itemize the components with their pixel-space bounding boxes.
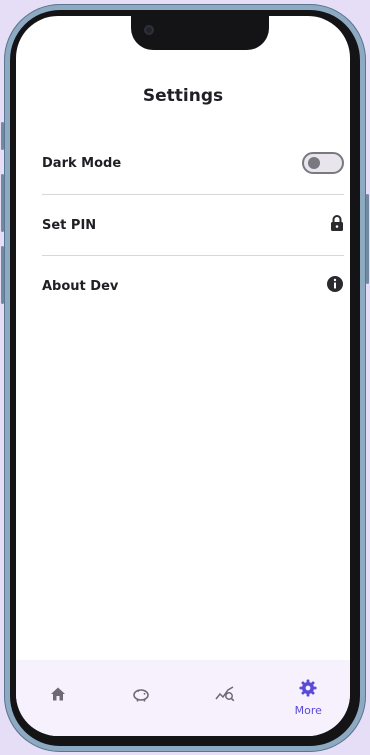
nav-item-home[interactable] (28, 678, 88, 708)
screen: Settings Dark Mode Set PIN About Dev Mor… (16, 16, 350, 736)
setting-label: Dark Mode (42, 155, 122, 171)
volume-down-button (1, 246, 4, 304)
phone-frame: Settings Dark Mode Set PIN About Dev Mor… (1, 4, 369, 752)
setting-row-set-pin[interactable]: Set PIN (42, 195, 344, 255)
power-button (366, 194, 369, 284)
lock-icon (330, 214, 344, 236)
home-icon (48, 678, 68, 708)
notch (131, 16, 269, 50)
nav-item-more[interactable]: More (278, 678, 338, 717)
nav-item-savings[interactable] (111, 678, 171, 708)
info-icon (326, 275, 344, 297)
bottom-nav: More (16, 660, 350, 736)
toggle-knob (308, 157, 320, 169)
chart-search-icon (214, 678, 236, 708)
nav-item-analytics[interactable] (195, 678, 255, 708)
setting-label: Set PIN (42, 217, 97, 233)
setting-row-dark-mode[interactable]: Dark Mode (42, 133, 344, 193)
nav-label-more: More (294, 704, 322, 717)
volume-up-button (1, 174, 4, 232)
page-title: Settings (142, 86, 224, 106)
piggy-bank-icon (131, 678, 151, 708)
mute-switch (1, 122, 4, 150)
gear-icon (298, 678, 318, 702)
dark-mode-toggle[interactable] (302, 152, 344, 174)
camera-icon (144, 25, 154, 35)
setting-label: About Dev (42, 278, 119, 294)
setting-row-about-dev[interactable]: About Dev (42, 256, 344, 316)
